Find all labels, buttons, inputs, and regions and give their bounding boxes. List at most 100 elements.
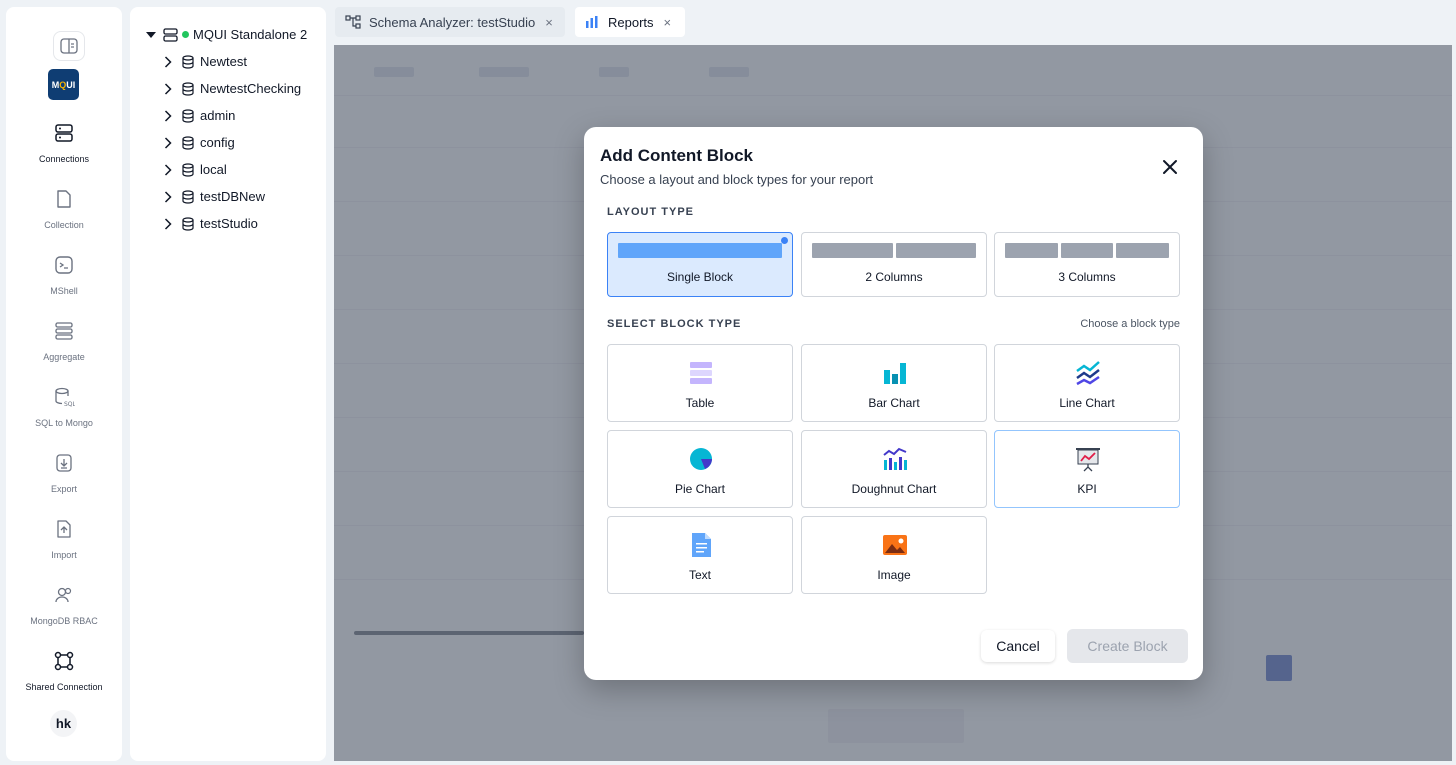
layout-label: 2 Columns [865,270,923,284]
connection-name: MQUI Standalone 2 [193,27,308,42]
layout-single-block[interactable]: Single Block [607,232,793,297]
block-label: Text [688,568,711,582]
close-icon[interactable]: × [545,15,553,30]
pie-chart-icon [690,448,712,470]
document-icon [57,190,71,208]
caret-down-icon [146,31,156,38]
layout-label: 3 Columns [1058,270,1116,284]
database-icon [182,216,194,231]
rail-item-sql-to-mongo[interactable]: SQL SQL to Mongo [6,386,122,431]
rail-label: Connections [38,154,90,164]
terminal-icon [55,256,73,274]
rail-item-mongodb-rbac[interactable]: MongoDB RBAC [6,584,122,629]
rail-label: Aggregate [43,352,85,362]
server-icon [163,27,178,42]
chevron-right-icon [164,55,172,68]
tree-database-item[interactable]: local [164,162,227,177]
tree-database-item[interactable]: testDBNew [164,189,265,204]
avatar[interactable]: hk [50,710,77,737]
rail-label: Collection [44,220,84,230]
rail-item-import[interactable]: Import [6,518,122,563]
rail-item-export[interactable]: Export [6,452,122,497]
cancel-button[interactable]: Cancel [981,630,1055,662]
layout-type-label: LAYOUT TYPE [607,206,694,218]
svg-text:SQL: SQL [64,401,75,408]
block-table[interactable]: Table [607,344,793,422]
stack-icon [55,322,73,340]
block-pie-chart[interactable]: Pie Chart [607,430,793,508]
block-line-chart[interactable]: Line Chart [994,344,1180,422]
chevron-right-icon [164,190,172,203]
block-label: Line Chart [1059,396,1115,410]
tree-database-item[interactable]: admin [164,108,235,123]
text-document-icon [692,533,711,557]
block-label: Image [877,568,911,582]
tree-database-item[interactable]: testStudio [164,216,258,231]
rail-label: MongoDB RBAC [30,616,98,626]
close-icon[interactable]: × [664,15,672,30]
rail-label: Export [50,484,77,494]
database-icon [182,54,194,69]
rail-label: Shared Connection [25,682,103,692]
database-name: testDBNew [200,189,266,204]
block-label: Pie Chart [674,482,726,496]
table-icon [690,362,712,384]
database-name: Newtest [200,54,247,69]
close-icon[interactable] [1160,157,1180,177]
rail-label: SQL to Mongo [35,418,93,428]
database-name: testStudio [200,216,258,231]
database-icon [182,162,194,177]
chevron-right-icon [164,109,172,122]
rail-item-aggregate[interactable]: Aggregate [6,320,122,365]
block-text[interactable]: Text [607,516,793,594]
layout-preview [812,243,976,258]
database-name: local [200,162,227,177]
chevron-right-icon [164,82,172,95]
selected-indicator [781,237,788,244]
block-image[interactable]: Image [801,516,987,594]
chevron-right-icon [164,136,172,149]
tab-reports[interactable]: Reports × [575,7,685,37]
tree-root-connection[interactable]: MQUI Standalone 2 [146,27,307,42]
create-block-button[interactable]: Create Block [1067,629,1188,663]
database-icon [182,135,194,150]
database-name: config [200,135,235,150]
tree-database-item[interactable]: NewtestChecking [164,81,301,96]
rail-item-connections[interactable]: Connections [6,122,122,167]
block-type-label: SELECT BLOCK TYPE [607,318,742,330]
block-kpi[interactable]: KPI [994,430,1180,508]
block-label: Doughnut Chart [851,482,937,496]
tab-schema-analyzer[interactable]: Schema Analyzer: testStudio × [335,7,565,37]
app-logo: M Q UI [48,69,79,100]
add-content-block-dialog: Add Content Block Choose a layout and bl… [584,127,1203,680]
rail-label: Import [51,550,77,560]
chevron-right-icon [164,217,172,230]
block-label: KPI [1077,482,1097,496]
dialog-subtitle: Choose a layout and block types for your… [600,172,874,187]
line-chart-icon [1076,361,1100,386]
tree-database-item[interactable]: config [164,135,235,150]
users-icon [55,587,72,603]
export-icon [56,454,72,472]
database-icon [182,108,194,123]
block-doughnut-chart[interactable]: Doughnut Chart [801,430,987,508]
image-icon [883,535,907,555]
tree-database-item[interactable]: Newtest [164,54,247,69]
bar-chart-icon [586,16,598,28]
share-nodes-icon [54,651,74,671]
sidebar-toggle-icon [60,38,78,54]
rail-item-shared-connection[interactable]: Shared Connection [6,650,122,695]
connected-status-dot [182,31,189,38]
block-type-hint: Choose a block type [1080,318,1180,330]
database-name: NewtestChecking [200,81,302,96]
presentation-chart-icon [1076,448,1100,472]
tab-label: Reports [608,14,654,30]
block-bar-chart[interactable]: Bar Chart [801,344,987,422]
rail-item-collection[interactable]: Collection [6,188,122,233]
toggle-sidebar-button[interactable] [53,31,85,61]
layout-2-columns[interactable]: 2 Columns [801,232,987,297]
layout-3-columns[interactable]: 3 Columns [994,232,1180,297]
tab-label: Schema Analyzer: testStudio [369,14,536,30]
rail-item-mshell[interactable]: MShell [6,254,122,299]
connection-tree: MQUI Standalone 2 Newtest NewtestChecking… [130,7,326,761]
